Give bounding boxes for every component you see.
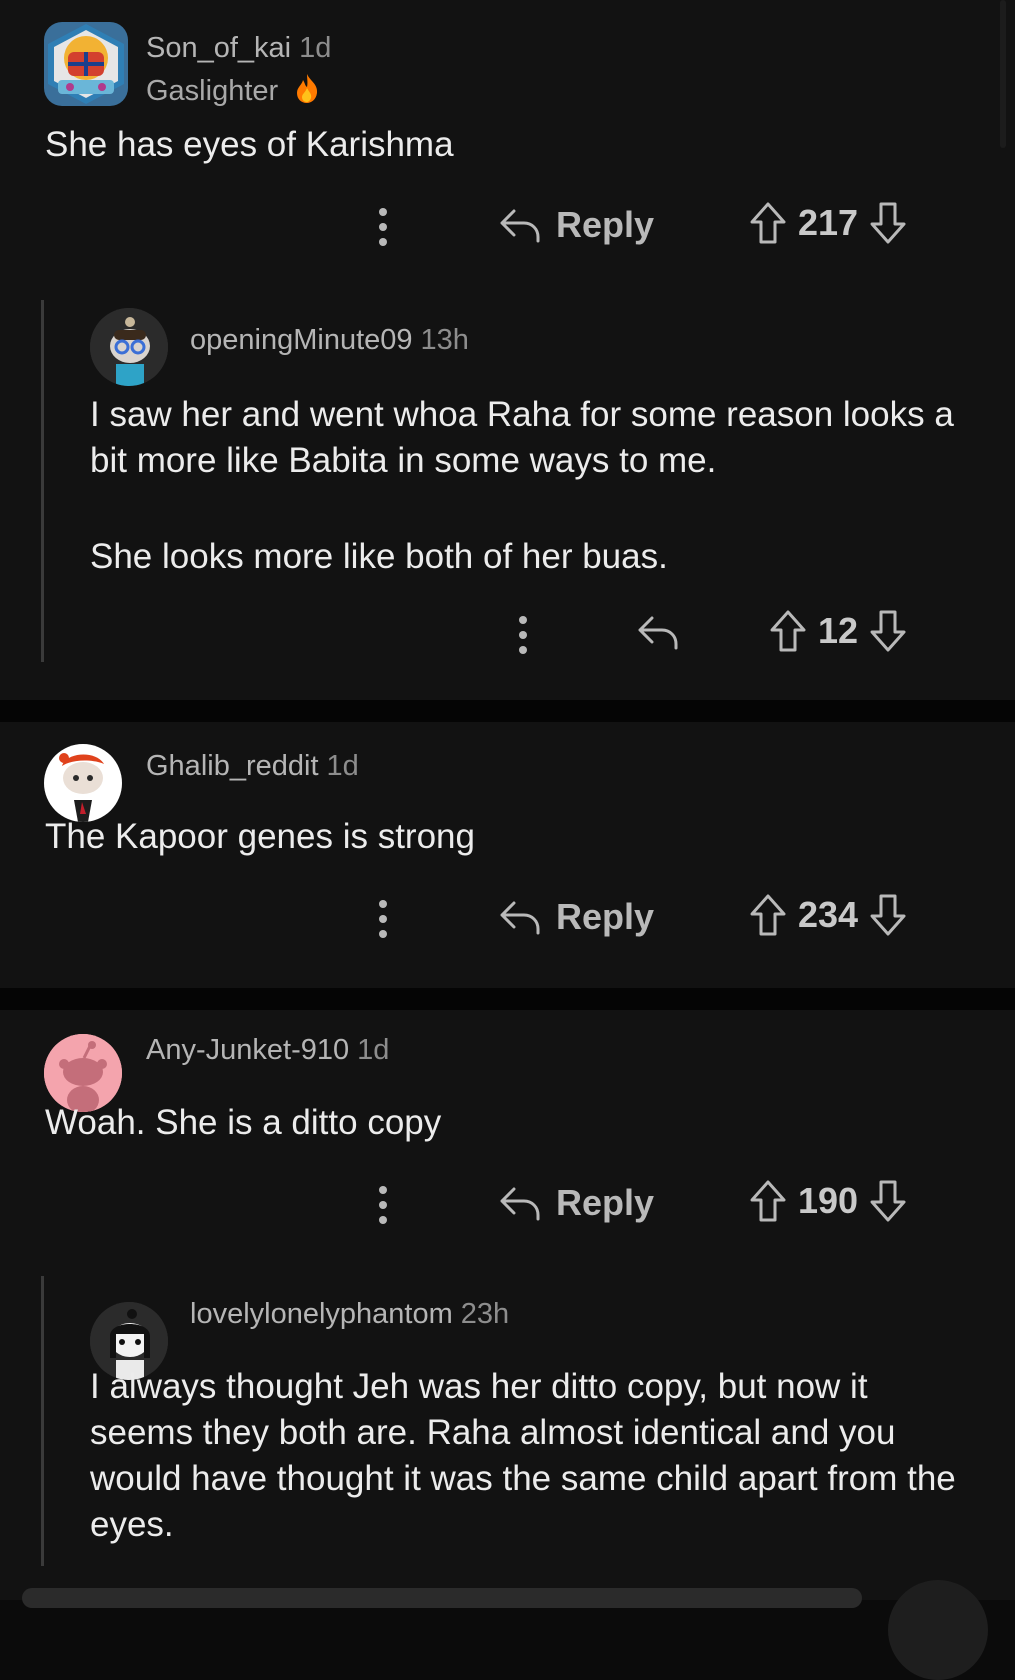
reply-button[interactable]: Reply — [498, 896, 654, 938]
more-vertical-icon — [379, 1186, 387, 1224]
comment-actions: Reply 217 — [370, 200, 970, 260]
snoo-avatar-orange-hair-icon — [44, 744, 122, 822]
more-options-button[interactable] — [370, 204, 396, 250]
more-options-button[interactable] — [370, 896, 396, 942]
comment-author[interactable]: Son_of_kai 1d — [146, 32, 331, 65]
upvote-icon[interactable] — [748, 200, 788, 246]
upvote-icon[interactable] — [748, 892, 788, 938]
downvote-icon[interactable] — [868, 1178, 908, 1224]
reply-arrow-icon — [638, 616, 678, 650]
comment-body: The Kapoor genes is strong — [45, 814, 975, 860]
reply-arrow-icon — [500, 209, 540, 243]
comment-paragraph: I saw her and went whoa Raha for some re… — [90, 395, 954, 480]
downvote-icon[interactable] — [868, 892, 908, 938]
reply-arrow-icon — [500, 901, 540, 935]
flair-text: Gaslighter — [146, 75, 279, 107]
vote-controls: 190 — [748, 1178, 908, 1224]
avatar[interactable] — [44, 22, 128, 106]
reply-label: Reply — [556, 1182, 655, 1223]
username[interactable]: Ghalib_reddit — [146, 750, 319, 782]
more-options-button[interactable] — [510, 612, 536, 658]
comment-paragraph: I always thought Jeh was her ditto copy,… — [90, 1367, 956, 1544]
comment-paragraph: She looks more like both of her buas. — [90, 537, 668, 576]
comment-body: I always thought Jeh was her ditto copy,… — [90, 1364, 970, 1548]
username[interactable]: Any-Junket-910 — [146, 1034, 349, 1066]
reply-button[interactable]: Reply — [498, 204, 654, 246]
vote-score: 217 — [798, 202, 859, 243]
comment-time: 1d — [357, 1034, 390, 1066]
thread-separator — [0, 988, 1015, 1010]
comment-author[interactable]: lovelylonelyphantom 23h — [190, 1298, 509, 1331]
user-flair: Gaslighter — [146, 72, 322, 112]
reply-input-bar[interactable] — [22, 1588, 862, 1608]
thread-line[interactable] — [41, 1276, 44, 1566]
vote-score: 234 — [798, 894, 859, 935]
vote-controls: 217 — [748, 200, 908, 246]
more-vertical-icon — [379, 208, 387, 246]
avatar[interactable] — [44, 744, 122, 822]
reply-arrow-icon — [500, 1187, 540, 1221]
comment-time: 1d — [326, 750, 359, 782]
vote-score: 12 — [818, 610, 859, 651]
more-options-button[interactable] — [370, 1182, 396, 1228]
snoo-avatar-helmet-icon — [48, 24, 124, 104]
comment-actions: Reply 234 — [370, 892, 970, 952]
reply-label: Reply — [556, 204, 655, 245]
comment-author[interactable]: Ghalib_reddit 1d — [146, 750, 359, 783]
comment-body: Woah. She is a ditto copy — [45, 1100, 975, 1146]
vote-score: 190 — [798, 1180, 859, 1221]
username[interactable]: Son_of_kai — [146, 32, 291, 64]
downvote-icon[interactable] — [868, 200, 908, 246]
comment-body: I saw her and went whoa Raha for some re… — [90, 392, 970, 580]
comment-paragraph: She has eyes of Karishma — [45, 125, 454, 164]
comment-actions: Reply 190 — [370, 1178, 970, 1238]
floating-button[interactable] — [888, 1580, 988, 1680]
comment-time: 23h — [460, 1298, 510, 1330]
scrollbar[interactable] — [1000, 0, 1006, 148]
fire-icon — [292, 72, 322, 112]
upvote-icon[interactable] — [748, 1178, 788, 1224]
thread-line[interactable] — [41, 300, 44, 662]
downvote-icon[interactable] — [868, 608, 908, 654]
reply-label: Reply — [556, 896, 655, 937]
upvote-icon[interactable] — [768, 608, 808, 654]
comment-author[interactable]: openingMinute09 13h — [190, 324, 469, 357]
comment-time: 1d — [299, 32, 332, 64]
vote-controls: 12 — [768, 608, 908, 654]
username[interactable]: lovelylonelyphantom — [190, 1298, 453, 1330]
comment-paragraph: The Kapoor genes is strong — [45, 817, 475, 856]
avatar[interactable] — [90, 308, 168, 386]
comment-author[interactable]: Any-Junket-910 1d — [146, 1034, 389, 1067]
snoo-avatar-glasses-icon — [90, 308, 168, 386]
more-vertical-icon — [519, 616, 527, 654]
comment-paragraph: Woah. She is a ditto copy — [45, 1103, 442, 1142]
more-vertical-icon — [379, 900, 387, 938]
comment-body: She has eyes of Karishma — [45, 122, 975, 168]
reply-button[interactable]: Reply — [498, 1182, 654, 1224]
thread-separator — [0, 700, 1015, 722]
username[interactable]: openingMinute09 — [190, 324, 413, 356]
reply-button[interactable] — [636, 612, 680, 652]
vote-controls: 234 — [748, 892, 908, 938]
comment-actions: 12 — [510, 608, 970, 668]
comment-time: 13h — [420, 324, 469, 356]
